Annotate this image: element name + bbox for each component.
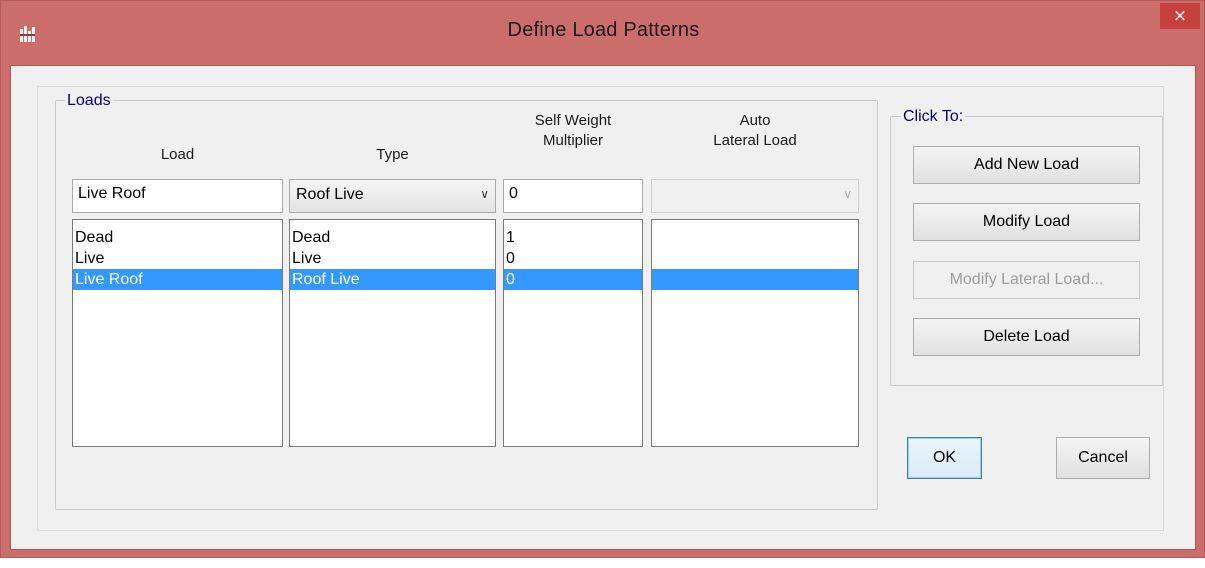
- add-new-load-button[interactable]: Add New Load: [913, 146, 1140, 184]
- multiplier-list-item[interactable]: 0: [504, 248, 642, 269]
- chevron-down-icon: ∨: [843, 187, 852, 201]
- chevron-down-icon: ∨: [480, 187, 489, 201]
- click-to-group: Click To: Add New Load Modify Load Modif…: [890, 108, 1163, 386]
- dialog-window: Define Load Patterns × Loads Load Type S…: [0, 0, 1205, 558]
- load-list-item-selected[interactable]: Live Roof: [73, 269, 282, 290]
- type-select[interactable]: Roof Live ∨: [289, 179, 496, 213]
- type-list[interactable]: Dead Live Roof Live: [289, 219, 496, 447]
- auto-lateral-list[interactable]: [651, 219, 859, 447]
- close-icon: ×: [1172, 6, 1188, 26]
- delete-load-button[interactable]: Delete Load: [913, 318, 1140, 356]
- auto-lateral-list-item-selected[interactable]: [652, 269, 858, 290]
- multiplier-list[interactable]: 1 0 0: [503, 219, 643, 447]
- type-list-item-selected[interactable]: Roof Live: [290, 269, 495, 290]
- loads-group-label: Loads: [65, 92, 113, 110]
- auto-lateral-select: ∨: [651, 179, 859, 213]
- load-list-item[interactable]: Live: [73, 248, 282, 269]
- column-header-auto-lateral: Auto Lateral Load: [713, 112, 797, 149]
- ok-button[interactable]: OK: [907, 437, 982, 479]
- load-list[interactable]: Dead Live Live Roof: [72, 219, 283, 447]
- modify-lateral-load-button: Modify Lateral Load...: [913, 261, 1140, 299]
- modify-load-button[interactable]: Modify Load: [913, 203, 1140, 241]
- type-list-item[interactable]: Dead: [290, 227, 495, 248]
- loads-group: Loads Load Type Self Weight Multiplier A…: [55, 92, 878, 510]
- type-list-item[interactable]: Live: [290, 248, 495, 269]
- type-select-value: Roof Live: [296, 186, 364, 203]
- cancel-button[interactable]: Cancel: [1056, 437, 1150, 479]
- load-name-input[interactable]: Live Roof: [72, 179, 283, 213]
- load-list-item[interactable]: Dead: [73, 227, 282, 248]
- column-header-self-weight: Self Weight Multiplier: [534, 112, 612, 149]
- self-weight-input[interactable]: 0: [503, 179, 643, 213]
- window-title: Define Load Patterns: [507, 19, 700, 41]
- auto-lateral-list-item[interactable]: [652, 248, 858, 269]
- dialog-frame: Loads Load Type Self Weight Multiplier A…: [37, 86, 1164, 531]
- column-header-load: Load: [160, 146, 195, 163]
- multiplier-list-item-selected[interactable]: 0: [504, 269, 642, 290]
- multiplier-list-item[interactable]: 1: [504, 227, 642, 248]
- title-bar[interactable]: Define Load Patterns ×: [1, 1, 1205, 65]
- close-button[interactable]: ×: [1160, 3, 1200, 29]
- auto-lateral-list-item[interactable]: [652, 227, 858, 248]
- click-to-group-label: Click To:: [901, 108, 966, 126]
- column-header-type: Type: [376, 146, 409, 163]
- dialog-client-area: Loads Load Type Self Weight Multiplier A…: [10, 65, 1196, 550]
